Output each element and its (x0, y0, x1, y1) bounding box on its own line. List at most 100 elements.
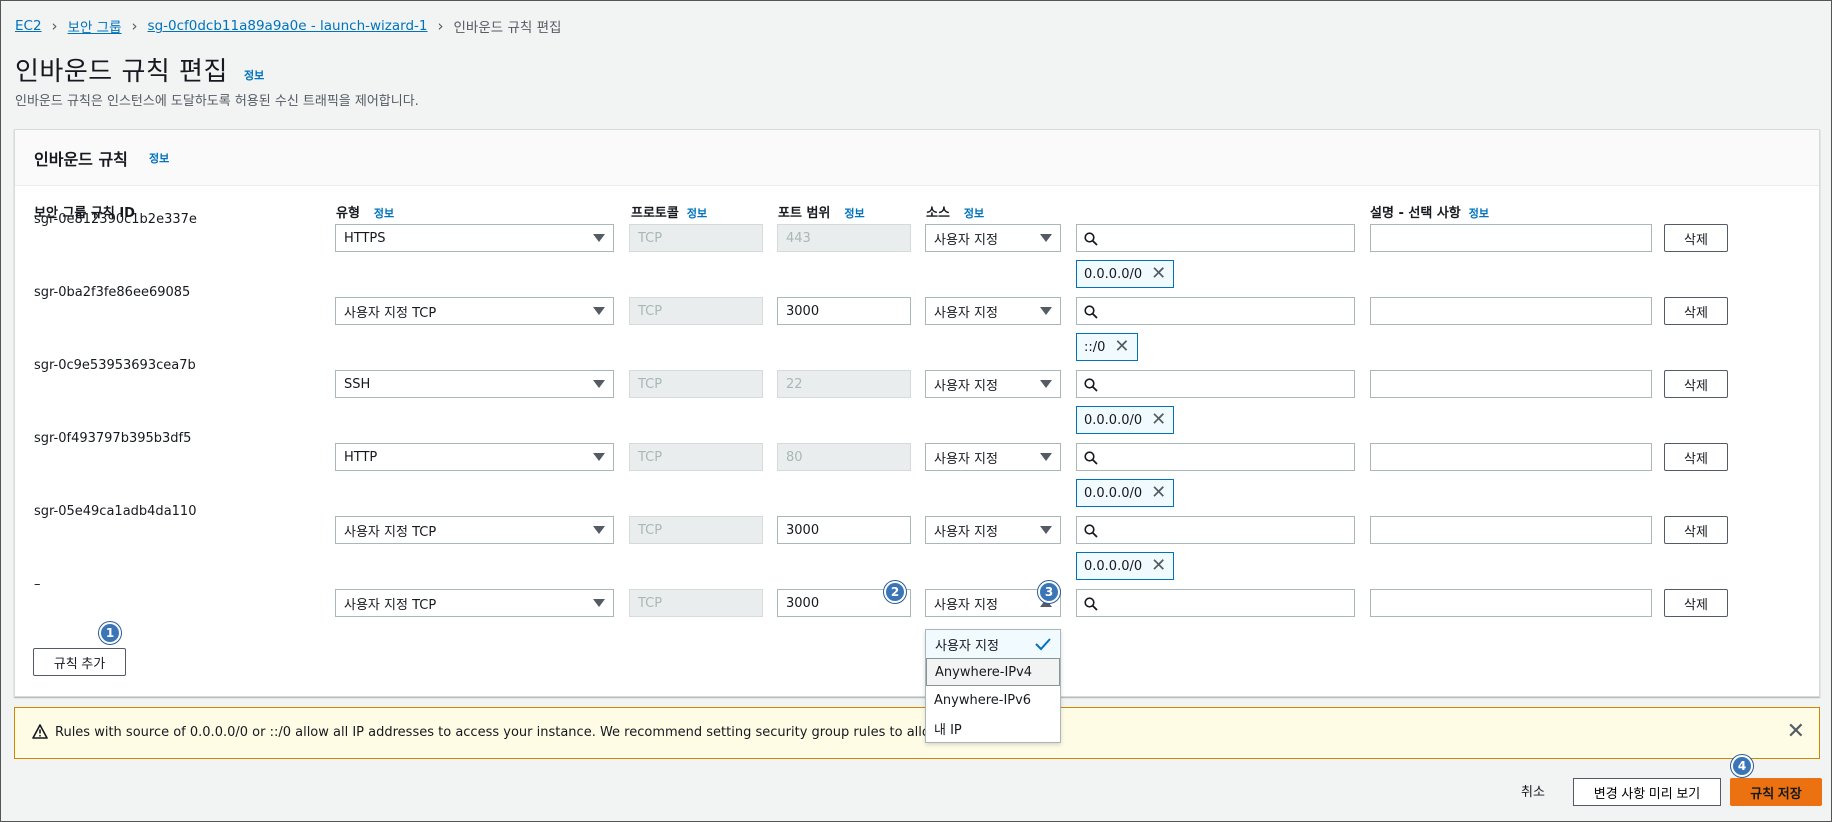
breadcrumb-security-groups-link[interactable]: 보안 그룹 (68, 16, 122, 36)
cidr-token: 0.0.0.0/0 ✕ (1076, 479, 1175, 507)
protocol-value: TCP (638, 595, 663, 611)
column-header-label: 유형 (336, 206, 360, 221)
source-select-value: 사용자 지정 (934, 378, 998, 394)
caret-down-icon (593, 307, 605, 315)
rule-id: sgr-0f493797b395b3df5 (34, 431, 192, 446)
source-select[interactable]: 사용자 지정 (925, 297, 1061, 325)
remove-token-icon[interactable]: ✕ (1151, 484, 1166, 502)
cidr-search-input[interactable] (1076, 516, 1355, 544)
port-range-input[interactable]: 3000 (777, 516, 911, 544)
source-select[interactable]: 사용자 지정 (925, 443, 1061, 471)
source-dropdown-menu: 사용자 지정 Anywhere-IPv4 Anywhere-IPv6 내 IP (925, 629, 1061, 743)
type-select-value: 사용자 지정 TCP (344, 305, 437, 321)
column-header-protocol: 프로토콜 정보 (631, 202, 707, 221)
description-input[interactable] (1370, 370, 1652, 398)
remove-token-icon[interactable]: ✕ (1114, 338, 1129, 356)
cidr-search-input[interactable] (1076, 443, 1355, 471)
panel-header: 인바운드 규칙 정보 (15, 130, 1819, 186)
column-header-source: 소스 정보 (926, 202, 984, 221)
breadcrumb-ec2-link[interactable]: EC2 (15, 18, 42, 34)
dropdown-option-anywhere-ipv4[interactable]: Anywhere-IPv4 (926, 658, 1060, 686)
protocol-info-link[interactable]: 정보 (687, 207, 707, 220)
port-range-field: 80 (777, 443, 911, 471)
column-header-label: 설명 - 선택 사항 (1370, 206, 1461, 221)
source-select[interactable]: 사용자 지정 (925, 370, 1061, 398)
type-select[interactable]: SSH (335, 370, 614, 398)
type-select[interactable]: HTTP (335, 443, 614, 471)
type-select-value: 사용자 지정 TCP (344, 524, 437, 540)
cidr-token-label: 0.0.0.0/0 (1084, 558, 1143, 574)
description-input[interactable] (1370, 443, 1652, 471)
breadcrumb-security-group-link[interactable]: sg-0cf0dcb11a89a9a0e - launch-wizard-1 (148, 18, 428, 34)
source-select[interactable]: 사용자 지정 (925, 224, 1061, 252)
type-select-value: HTTPS (344, 230, 386, 246)
cidr-search-input[interactable] (1076, 370, 1355, 398)
cidr-token: 0.0.0.0/0 ✕ (1076, 406, 1175, 434)
step-badge-4: 4 (1731, 755, 1753, 777)
page-title: 인바운드 규칙 편집 (15, 57, 228, 87)
delete-rule-button[interactable]: 삭제 (1664, 297, 1728, 325)
description-input[interactable] (1370, 224, 1652, 252)
chevron-right-icon: › (437, 17, 444, 35)
description-input[interactable] (1370, 589, 1652, 617)
delete-rule-button[interactable]: 삭제 (1664, 516, 1728, 544)
port-info-link[interactable]: 정보 (844, 207, 864, 220)
type-select[interactable]: HTTPS (335, 224, 614, 252)
protocol-value: TCP (638, 230, 663, 246)
delete-rule-button[interactable]: 삭제 (1664, 224, 1728, 252)
save-rules-button[interactable]: 규칙 저장 (1730, 778, 1822, 806)
search-icon (1084, 232, 1098, 246)
type-select-value: HTTP (344, 449, 378, 465)
preview-changes-button[interactable]: 변경 사항 미리 보기 (1573, 778, 1721, 806)
remove-token-icon[interactable]: ✕ (1151, 411, 1166, 429)
port-range-value: 3000 (786, 595, 820, 611)
source-select-value: 사용자 지정 (934, 451, 998, 467)
page-info-link[interactable]: 정보 (244, 67, 264, 83)
type-select-value: SSH (344, 376, 371, 392)
inbound-rules-panel: 인바운드 규칙 정보 보안 그룹 규칙 ID 유형 정보 프로토콜 정보 포트 범위… (14, 129, 1820, 697)
protocol-value: TCP (638, 303, 663, 319)
dropdown-option-anywhere-ipv6[interactable]: Anywhere-IPv6 (926, 686, 1060, 714)
rule-id: – (34, 577, 41, 592)
type-select-value: 사용자 지정 TCP (344, 597, 437, 613)
port-range-value: 22 (786, 376, 803, 392)
port-range-input[interactable]: 3000 (777, 297, 911, 325)
type-info-link[interactable]: 정보 (374, 207, 394, 220)
cidr-search-input[interactable] (1076, 297, 1355, 325)
search-icon (1084, 305, 1098, 319)
dropdown-option-custom[interactable]: 사용자 지정 (926, 630, 1060, 658)
type-select[interactable]: 사용자 지정 TCP (335, 516, 614, 544)
caret-down-icon (1040, 453, 1052, 461)
cidr-search-input[interactable] (1076, 589, 1355, 617)
caret-down-icon (593, 380, 605, 388)
remove-token-icon[interactable]: ✕ (1151, 265, 1166, 283)
protocol-value: TCP (638, 376, 663, 392)
delete-rule-button[interactable]: 삭제 (1664, 370, 1728, 398)
cidr-search-input[interactable] (1076, 224, 1355, 252)
remove-token-icon[interactable]: ✕ (1151, 557, 1166, 575)
rule-id: sgr-0c9e53953693cea7b (34, 358, 196, 373)
search-icon (1084, 451, 1098, 465)
add-rule-button[interactable]: 규칙 추가 (33, 648, 126, 676)
dropdown-option-my-ip[interactable]: 내 IP (926, 714, 1060, 742)
description-input[interactable] (1370, 297, 1652, 325)
search-icon (1084, 524, 1098, 538)
source-select[interactable]: 사용자 지정 (925, 516, 1061, 544)
port-range-value: 3000 (786, 522, 820, 538)
source-info-link[interactable]: 정보 (964, 207, 984, 220)
cidr-token-label: ::/0 (1084, 339, 1106, 355)
delete-rule-button[interactable]: 삭제 (1664, 443, 1728, 471)
close-icon[interactable]: ✕ (1787, 719, 1805, 744)
description-info-link[interactable]: 정보 (1469, 207, 1489, 220)
delete-rule-button[interactable]: 삭제 (1664, 589, 1728, 617)
caret-down-icon (1040, 307, 1052, 315)
cidr-token: 0.0.0.0/0 ✕ (1076, 552, 1175, 580)
panel-title: 인바운드 규칙 (34, 150, 128, 169)
caret-down-icon (1040, 526, 1052, 534)
panel-info-link[interactable]: 정보 (149, 150, 169, 166)
type-select[interactable]: 사용자 지정 TCP (335, 297, 614, 325)
description-input[interactable] (1370, 516, 1652, 544)
option-label: 사용자 지정 (935, 638, 999, 654)
cancel-button[interactable]: 취소 (1521, 781, 1545, 800)
type-select[interactable]: 사용자 지정 TCP (335, 589, 614, 617)
